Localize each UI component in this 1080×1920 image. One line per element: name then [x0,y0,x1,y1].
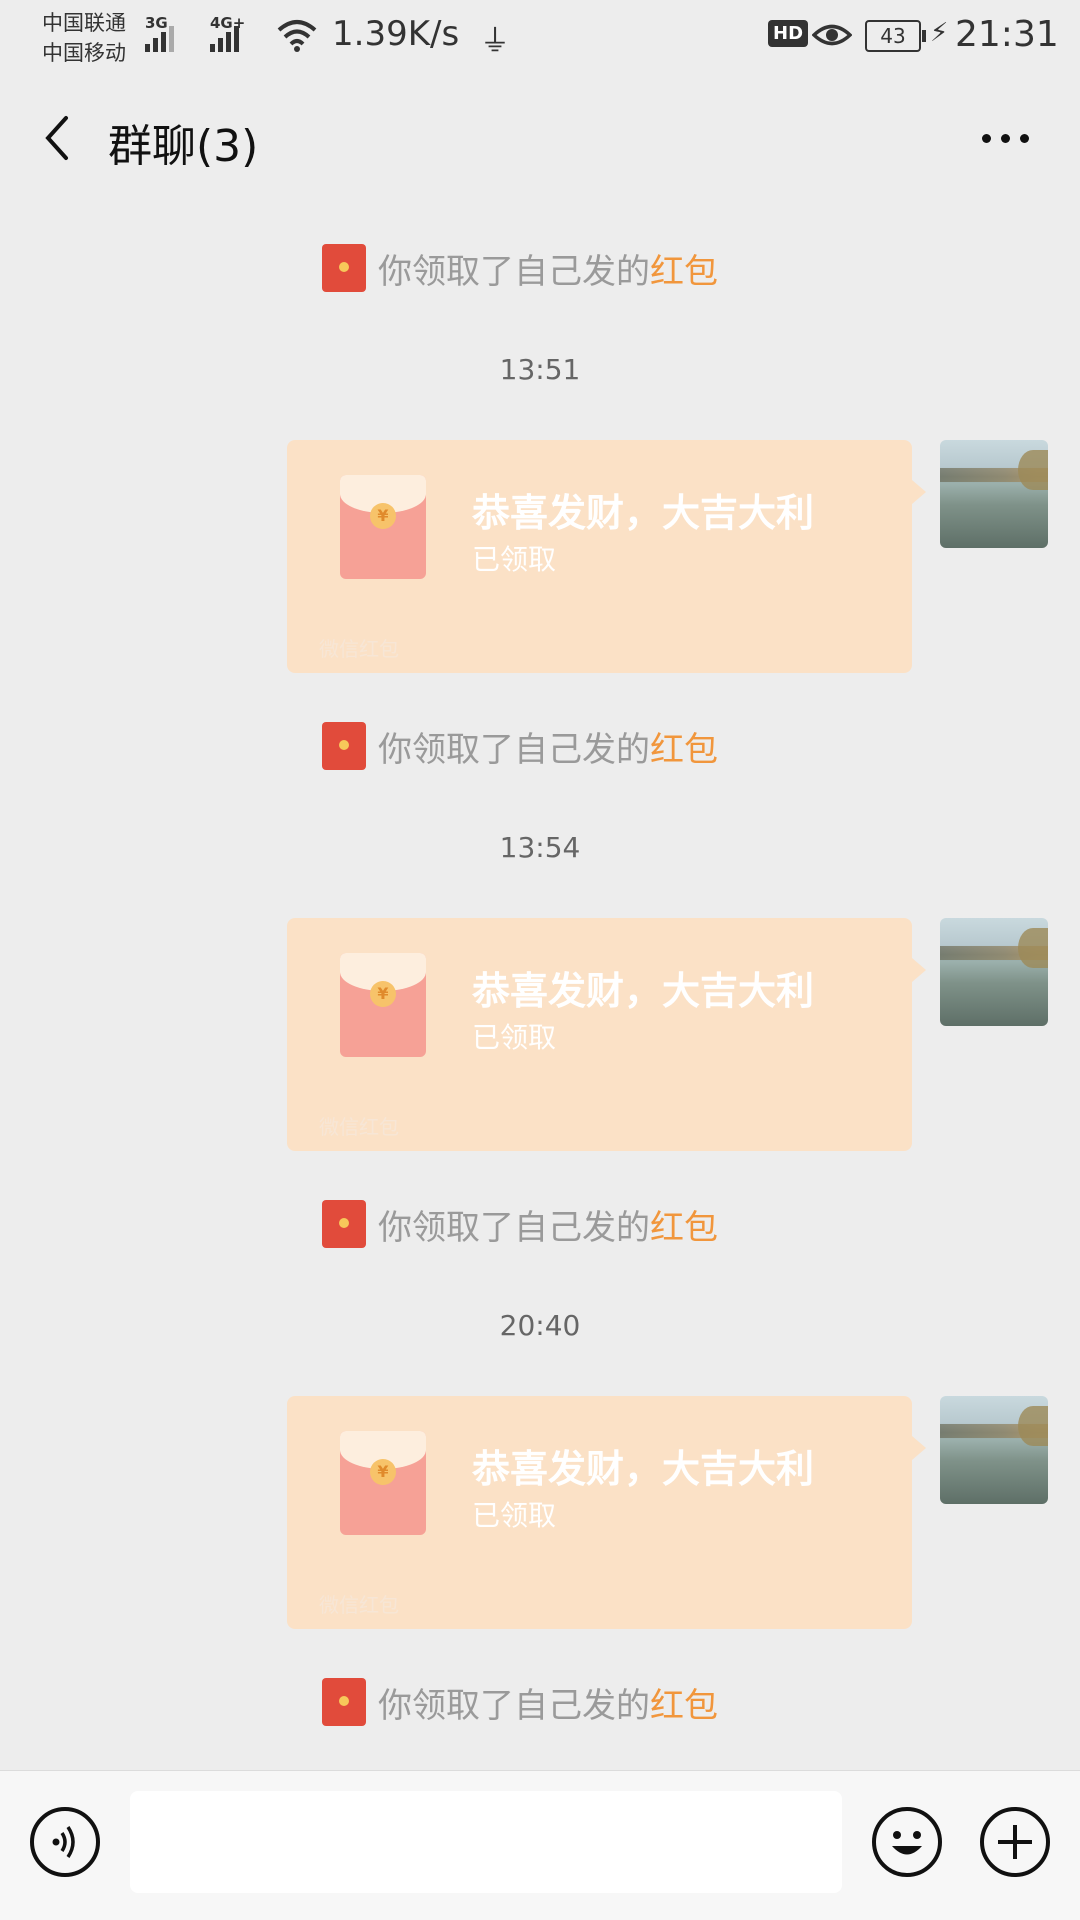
signal-2-icon: 4G+ [210,14,245,52]
red-packet-link[interactable]: 红包 [650,244,718,293]
red-packet-greeting: 恭喜发财，大吉大利 [472,491,815,535]
system-notice: 你领取了自己发的 红包 [322,720,718,772]
voice-icon [52,1826,75,1858]
voice-button[interactable] [30,1807,100,1877]
notice-text: 你领取了自己发的 [378,729,650,770]
red-packet-status: 已领取 [472,543,557,576]
charging-icon: ⚡ [930,18,949,48]
red-packet-icon [322,244,366,292]
red-packet-brand: 微信红包 [319,637,399,661]
network-type-2: 4G+ [210,14,246,32]
red-packet-greeting: 恭喜发财，大吉大利 [472,1447,815,1491]
status-time: 21:31 [955,14,1059,55]
back-button[interactable] [38,110,82,166]
more-button[interactable] [975,118,1035,158]
avatar[interactable] [940,918,1048,1026]
chat-title: 群聊(3) [108,121,259,172]
message-timestamp: 20:40 [499,1309,581,1342]
chevron-left-icon [45,116,68,160]
emoji-button[interactable] [872,1807,942,1877]
battery-icon: 43 [865,20,926,52]
ellipsis-icon [981,133,991,143]
input-bar [0,1770,1080,1920]
network-speed: 1.39K/s [332,14,460,54]
smiley-icon [892,1831,922,1855]
chat-header: 群聊(3) [0,92,1080,182]
system-notice: 你领取了自己发的 红包 [322,242,718,294]
notice-text: 你领取了自己发的 [378,251,650,292]
red-packet-message[interactable]: ¥ 恭喜发财，大吉大利 已领取 微信红包 [287,918,926,1151]
carrier-2: 中国移动 [42,41,126,65]
carrier-1: 中国联通 [42,11,126,35]
plus-button[interactable] [980,1807,1050,1877]
notice-text: 你领取了自己发的 [378,1685,650,1726]
carrier-info: 中国联通 中国移动 [42,8,126,68]
red-packet-link[interactable]: 红包 [650,722,718,771]
chat-screen: 中国联通 中国移动 3G 4G+ 1.39K/s ⏚ HD 43 ⚡ 21:31 [0,0,1080,1920]
avatar[interactable] [940,440,1048,548]
red-packet-link[interactable]: 红包 [650,1678,718,1727]
signal-1-icon: 3G [145,14,174,52]
red-packet-status: 已领取 [472,1499,557,1532]
red-packet-greeting: 恭喜发财，大吉大利 [472,969,815,1013]
red-packet-message[interactable]: ¥ 恭喜发财，大吉大利 已领取 微信红包 [287,1396,926,1629]
red-packet-brand: 微信红包 [319,1115,399,1139]
red-envelope-icon: ¥ [340,1431,426,1535]
network-type-1: 3G [145,14,168,32]
hd-badge: HD [768,20,809,47]
system-notice: 你领取了自己发的 红包 [322,1676,718,1728]
message-timestamp: 13:54 [499,831,581,864]
red-packet-icon [322,1678,366,1726]
avatar[interactable] [940,1396,1048,1504]
red-packet-icon [322,722,366,770]
red-packet-icon [322,1200,366,1248]
message-input[interactable] [130,1791,842,1893]
usb-icon: ⏚ [480,24,510,59]
red-packet-message[interactable]: ¥ 恭喜发财，大吉大利 已领取 微信红包 [287,440,926,673]
notice-text: 你领取了自己发的 [378,1207,650,1248]
system-notice: 你领取了自己发的 红包 [322,1198,718,1250]
status-bar: 中国联通 中国移动 3G 4G+ 1.39K/s ⏚ HD 43 ⚡ 21:31 [0,0,1080,80]
red-packet-link[interactable]: 红包 [650,1200,718,1249]
message-timestamp: 13:51 [499,353,581,386]
red-packet-brand: 微信红包 [319,1593,399,1617]
plus-icon [998,1825,1032,1859]
red-packet-status: 已领取 [472,1021,557,1054]
wifi-icon [277,20,317,52]
red-envelope-icon: ¥ [340,953,426,1057]
red-envelope-icon: ¥ [340,475,426,579]
eye-icon [812,24,852,46]
